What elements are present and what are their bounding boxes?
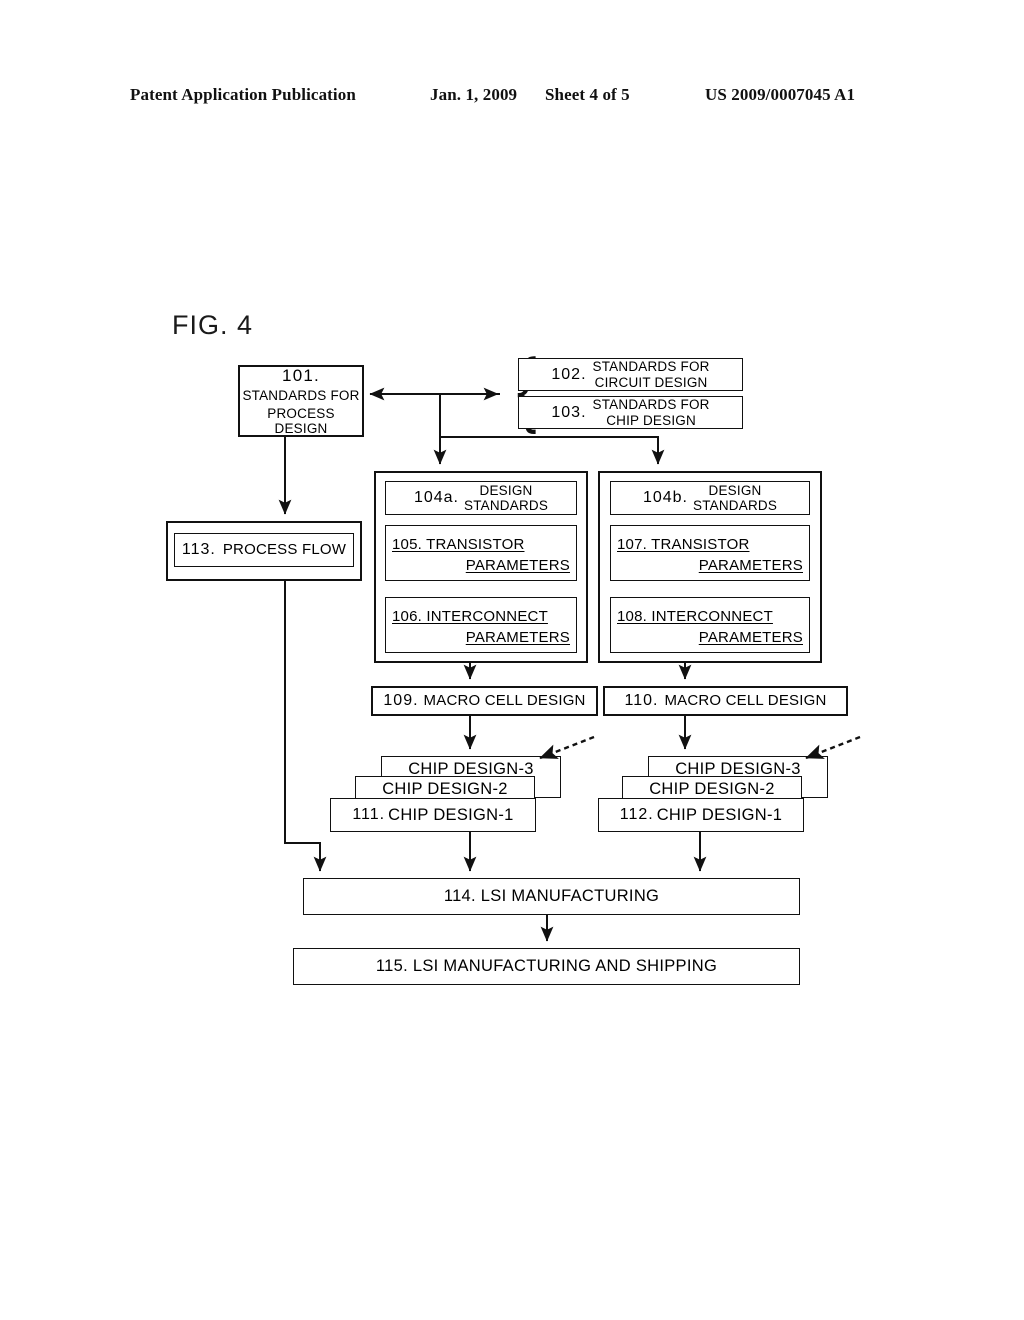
box-107-transistor-parameters: 107. TRANSISTOR PARAMETERS (610, 525, 810, 581)
box-108-interconnect-parameters: 108. INTERCONNECT PARAMETERS (610, 597, 810, 653)
box-111-chip-design-1: 111. CHIP DESIGN-1 (330, 798, 536, 832)
box-101-number: 101. (282, 365, 320, 385)
box-103-number: 103. (551, 403, 587, 421)
box-101-line1: STANDARDS FOR (242, 387, 360, 403)
box-110-number: 110. (624, 692, 659, 710)
box-107-line1: 107. TRANSISTOR (617, 535, 750, 553)
box-115-lsi-manufacturing-and-shipping: 115. LSI MANUFACTURING AND SHIPPING (293, 948, 800, 985)
box-104b-text: DESIGN STANDARDS (693, 483, 777, 513)
connector-dashed-diagonal-112 (805, 735, 861, 760)
box-108-line1: 108. INTERCONNECT (617, 607, 773, 625)
box-113-process-flow: 113. PROCESS FLOW (174, 533, 354, 567)
box-115-label: 115. LSI MANUFACTURING AND SHIPPING (375, 957, 718, 976)
box-112-chip-design-1-label: CHIP DESIGN-1 (656, 805, 783, 824)
box-110-label: MACRO CELL DESIGN (664, 691, 827, 709)
box-102-standards-for-circuit-design: 102. STANDARDS FOR CIRCUIT DESIGN (518, 358, 743, 391)
box-109-macro-cell-design: 109. MACRO CELL DESIGN (371, 686, 598, 716)
box-101-standards-for-process-design: 101. STANDARDS FOR PROCESS DESIGN (238, 365, 364, 437)
box-113-label: PROCESS FLOW (222, 540, 347, 558)
box-112-number: 112. (619, 806, 654, 824)
box-106-line1: 106. INTERCONNECT (392, 607, 548, 625)
box-108-line2: PARAMETERS (698, 628, 803, 646)
box-111-chip-design-1-label: CHIP DESIGN-1 (388, 805, 514, 824)
box-102-text: STANDARDS FOR CIRCUIT DESIGN (593, 359, 710, 389)
box-103-text: STANDARDS FOR CHIP DESIGN (593, 397, 710, 427)
box-111-chip-design-2-label: CHIP DESIGN-2 (382, 780, 508, 798)
box-104a-line1: DESIGN (479, 482, 533, 498)
box-112-chip-design-2-label: CHIP DESIGN-2 (649, 780, 775, 798)
connector-dashed-diagonal-111 (539, 735, 595, 760)
connector-113-to-114 (284, 581, 327, 872)
box-105-transistor-parameters: 105. TRANSISTOR PARAMETERS (385, 525, 577, 581)
box-104a-line2: STANDARDS (463, 498, 549, 513)
box-109-number: 109. (383, 692, 419, 710)
figure-label: FIG. 4 (172, 310, 254, 340)
box-109-label: MACRO CELL DESIGN (423, 691, 586, 709)
patent-figure: FIG. 4 101. STANDARDS FOR PROCESS DESIGN… (0, 0, 1024, 1320)
box-101-line2: PROCESS DESIGN (267, 405, 335, 437)
box-113-number: 113. (181, 541, 216, 559)
box-103-line1: STANDARDS FOR (592, 397, 710, 413)
box-104b-line1: DESIGN (708, 482, 762, 498)
box-104b-line2: STANDARDS (692, 498, 778, 513)
box-104a-design-standards: 104a. DESIGN STANDARDS (385, 481, 577, 515)
box-105-line1: 105. TRANSISTOR (392, 535, 525, 553)
box-104a-text: DESIGN STANDARDS (464, 483, 548, 513)
box-102-line2: CIRCUIT DESIGN (594, 374, 708, 390)
box-107-line2: PARAMETERS (698, 556, 803, 574)
box-106-interconnect-parameters: 106. INTERCONNECT PARAMETERS (385, 597, 577, 653)
connector-102-103-to-104b (440, 436, 665, 465)
box-110-macro-cell-design: 110. MACRO CELL DESIGN (603, 686, 848, 716)
box-114-lsi-manufacturing: 114. LSI MANUFACTURING (303, 878, 800, 915)
box-102-number: 102. (551, 365, 587, 383)
box-102-line1: STANDARDS FOR (592, 359, 710, 375)
box-112-chip-design-1: 112. CHIP DESIGN-1 (598, 798, 804, 832)
box-106-line2: PARAMETERS (465, 628, 570, 646)
box-103-standards-for-chip-design: 103. STANDARDS FOR CHIP DESIGN (518, 396, 743, 429)
box-104a-number: 104a. (413, 489, 459, 507)
box-105-line2: PARAMETERS (465, 556, 570, 574)
box-104b-number: 104b. (642, 489, 688, 507)
box-104b-design-standards: 104b. DESIGN STANDARDS (610, 481, 810, 515)
box-103-line2: CHIP DESIGN (606, 412, 696, 428)
box-114-label: 114. LSI MANUFACTURING (443, 887, 660, 906)
box-111-number: 111. (352, 806, 386, 824)
